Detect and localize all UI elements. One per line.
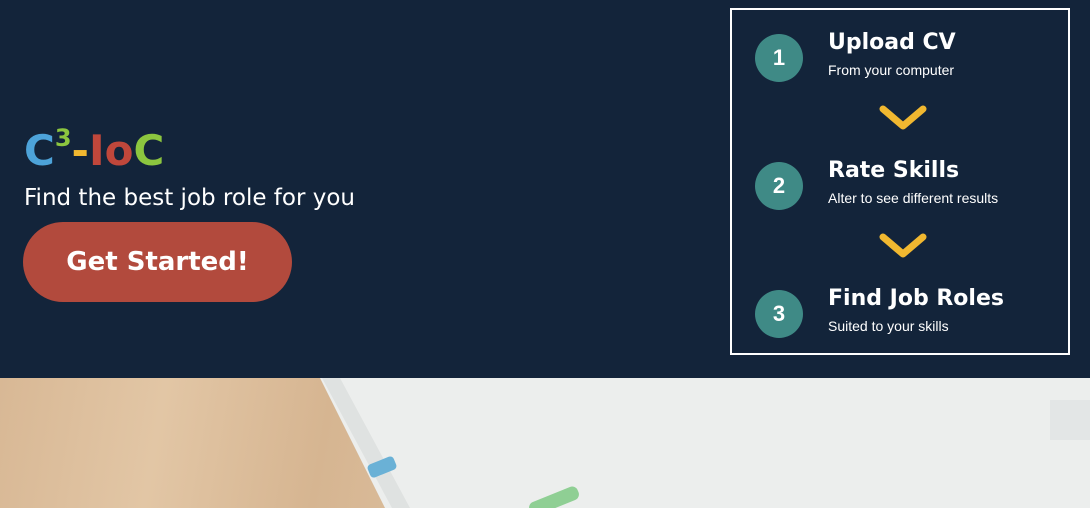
document-illustration: [320, 378, 1090, 508]
step-subtitle: From your computer: [828, 62, 955, 78]
hero-section: C3-IoC Find the best job role for you Ge…: [0, 0, 1090, 378]
logo-io: Io: [88, 126, 134, 175]
step-find-job-roles: 3 Find Job Roles Suited to your skills: [732, 286, 1068, 350]
step-title: Find Job Roles: [828, 286, 1004, 311]
background-photo: [0, 378, 1090, 508]
step-number: 3: [755, 290, 803, 338]
step-title: Rate Skills: [828, 158, 960, 183]
logo-letter-c-2: C: [133, 126, 165, 175]
step-rate-skills: 2 Rate Skills Alter to see different res…: [732, 158, 1068, 222]
step-subtitle: Suited to your skills: [828, 318, 949, 334]
logo-letter-c: C: [24, 126, 55, 175]
steps-panel: 1 Upload CV From your computer 2 Rate Sk…: [730, 8, 1070, 355]
step-upload-cv: 1 Upload CV From your computer: [732, 30, 1068, 94]
step-number: 2: [755, 162, 803, 210]
chevron-down-icon: [879, 233, 927, 258]
step-subtitle: Alter to see different results: [828, 190, 999, 206]
site-logo: C3-IoC: [24, 124, 165, 175]
step-number: 1: [755, 34, 803, 82]
logo-dash: -: [71, 126, 89, 175]
get-started-button[interactable]: Get Started!: [23, 222, 292, 302]
tagline: Find the best job role for you: [24, 185, 355, 211]
chevron-down-icon: [879, 105, 927, 130]
step-title: Upload CV: [828, 30, 956, 55]
logo-superscript: 3: [54, 124, 72, 152]
